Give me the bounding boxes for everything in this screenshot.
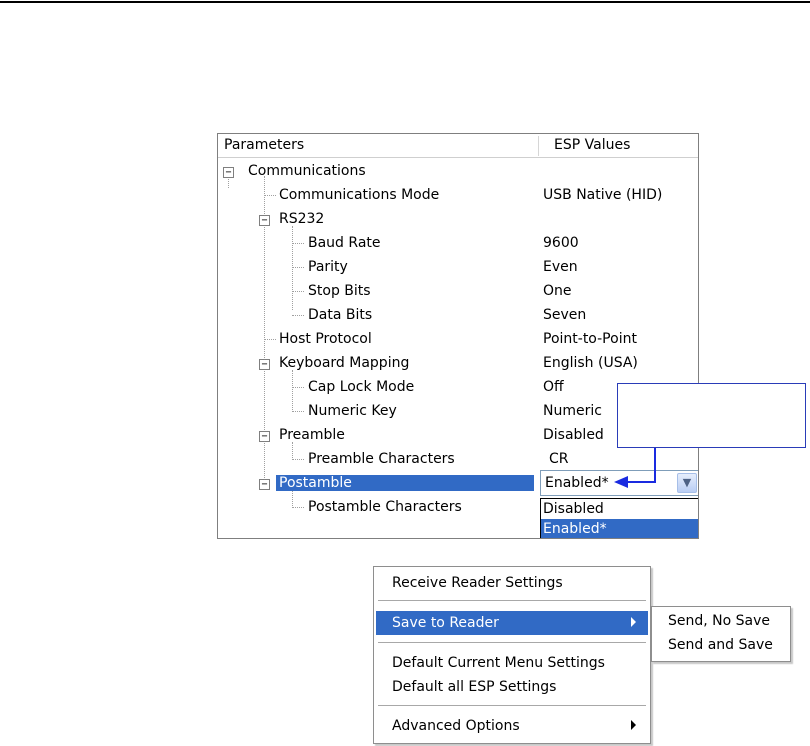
tree-label: Stop Bits [308, 283, 371, 299]
save-to-reader-submenu: Send, No Save Send and Save [651, 606, 791, 662]
tree-label: Preamble [279, 427, 345, 443]
dropdown-option-enabled[interactable]: Enabled* [541, 519, 698, 538]
collapse-icon[interactable]: − [259, 215, 270, 226]
menu-item-send-no-save[interactable]: Send, No Save [668, 613, 770, 629]
tree-label: Cap Lock Mode [308, 379, 415, 395]
postamble-dropdown-list: Disabled Enabled* [540, 498, 698, 538]
tree-label: RS232 [279, 211, 325, 227]
menu-separator [378, 705, 646, 706]
tree-label: Parity [308, 259, 348, 275]
tree-row-preamble-characters[interactable]: Preamble Characters CR [218, 448, 698, 472]
tree-value[interactable]: English (USA) [543, 355, 638, 371]
callout-arrow-line [628, 481, 656, 483]
tree-value[interactable]: 9600 [543, 235, 579, 251]
tree-label: Data Bits [308, 307, 373, 323]
tree-value[interactable]: Off [543, 379, 564, 395]
tree-value[interactable]: Point-to-Point [543, 331, 637, 347]
callout-box [617, 383, 806, 448]
collapse-icon[interactable]: − [259, 479, 270, 490]
menu-item-advanced-options[interactable]: Advanced Options [376, 714, 648, 738]
tree-label: Host Protocol [279, 331, 372, 347]
menu-item-send-and-save[interactable]: Send and Save [668, 637, 773, 653]
submenu-arrow-icon [631, 617, 636, 627]
column-header-parameters[interactable]: Parameters [224, 137, 304, 153]
menu-item-receive-reader-settings[interactable]: Receive Reader Settings [376, 571, 648, 595]
tree-label: Baud Rate [308, 235, 381, 251]
tree-row-parity[interactable]: Parity Even [218, 256, 698, 280]
tree-value[interactable]: Even [543, 259, 578, 275]
page-top-rule [0, 1, 810, 3]
menu-item-label: Save to Reader [392, 615, 499, 631]
tree-value[interactable]: Numeric [543, 403, 602, 419]
tree-value[interactable]: Seven [543, 307, 586, 323]
tree-row-communications-mode[interactable]: Communications Mode USB Native (HID) [218, 184, 698, 208]
collapse-icon[interactable]: − [223, 167, 234, 178]
tree-label: Numeric Key [308, 403, 397, 419]
chevron-down-icon[interactable]: ▼ [677, 473, 697, 493]
menu-item-default-current-menu-settings[interactable]: Default Current Menu Settings [376, 651, 648, 675]
menu-item-default-all-esp-settings[interactable]: Default all ESP Settings [376, 675, 648, 699]
context-menu: Receive Reader Settings Save to Reader D… [373, 566, 651, 744]
tree-value[interactable]: Disabled [543, 427, 604, 443]
panel-header: Parameters ESP Values [218, 134, 698, 158]
tree-label-selected: Postamble [276, 475, 534, 491]
tree-value[interactable]: One [543, 283, 572, 299]
tree-value[interactable]: USB Native (HID) [543, 187, 662, 203]
collapse-icon[interactable]: − [259, 431, 270, 442]
tree-row-keyboard-mapping[interactable]: − Keyboard Mapping English (USA) [218, 352, 698, 376]
tree-row-rs232[interactable]: − RS232 [218, 208, 698, 232]
menu-item-label: Default Current Menu Settings [392, 655, 605, 671]
tree-row-baud-rate[interactable]: Baud Rate 9600 [218, 232, 698, 256]
tree-label: Postamble Characters [308, 499, 462, 515]
tree-label: Preamble Characters [308, 451, 455, 467]
tree-row-communications[interactable]: − Communications [218, 160, 698, 184]
tree-row-stop-bits[interactable]: Stop Bits One [218, 280, 698, 304]
callout-arrow-line [654, 448, 656, 482]
menu-item-label: Default all ESP Settings [392, 679, 557, 695]
tree-row-data-bits[interactable]: Data Bits Seven [218, 304, 698, 328]
tree-label: Communications [248, 163, 366, 179]
dropdown-option-disabled[interactable]: Disabled [541, 499, 698, 519]
column-header-esp-values[interactable]: ESP Values [554, 137, 630, 153]
tree-value[interactable]: CR [549, 451, 569, 467]
tree-label: Keyboard Mapping [279, 355, 410, 371]
menu-item-label: Advanced Options [392, 718, 520, 734]
submenu-arrow-icon [631, 720, 636, 730]
menu-separator [378, 642, 646, 643]
callout-arrow-head [614, 476, 628, 488]
menu-item-label: Receive Reader Settings [392, 575, 563, 591]
column-separator[interactable] [538, 136, 539, 156]
tree-row-host-protocol[interactable]: Host Protocol Point-to-Point [218, 328, 698, 352]
combobox-value: Enabled* [545, 475, 609, 491]
tree-label: Communications Mode [279, 187, 440, 203]
menu-item-save-to-reader[interactable]: Save to Reader [376, 611, 648, 635]
menu-separator [378, 600, 646, 601]
collapse-icon[interactable]: − [259, 359, 270, 370]
